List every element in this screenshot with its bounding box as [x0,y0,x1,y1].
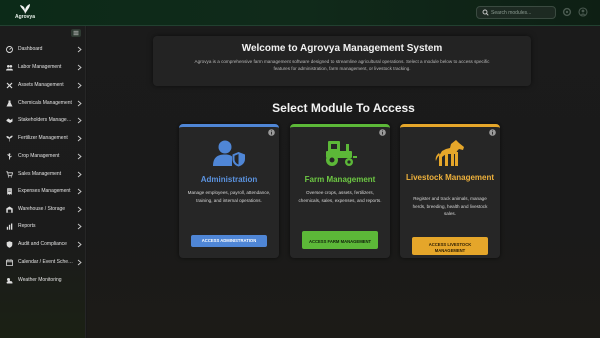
shield-icon [6,241,13,248]
chevron-right-icon [77,206,82,213]
top-bar: Agrovya [0,0,600,26]
module-title: Farm Management [304,175,376,184]
sidebar-item-calendar[interactable]: Calendar / Event Scheduler [0,257,86,269]
sidebar-item-label: Audit and Compliance [18,241,67,247]
module-description: Oversee crops, assets, fertilizers, chem… [298,190,382,203]
users-icon [6,65,13,71]
sidebar-item-sales[interactable]: Sales Management [0,169,86,181]
sidebar-item-expenses[interactable]: Expenses Management [0,186,86,198]
handshake-icon [6,118,13,123]
logo-text: Agrovya [14,14,35,20]
access-administration-button[interactable]: ACCESS ADMINISTRATION [191,235,267,247]
sidebar-item-label: Expenses Management [18,188,71,194]
crop-icon [7,153,12,160]
search-box[interactable] [476,6,556,19]
app-logo[interactable]: Agrovya [12,3,38,23]
section-title: Select Module To Access [272,101,415,115]
menu-toggle-icon[interactable] [71,29,81,37]
flask-icon [6,100,13,107]
calendar-icon [6,259,13,266]
chevron-right-icon [77,64,82,71]
module-title: Livestock Management [405,173,495,182]
sidebar-item-label: Warehouse / Storage [18,206,66,212]
chevron-right-icon [77,223,82,230]
horse-icon [435,140,464,166]
module-card-livestock: Livestock Management Register and track … [400,124,500,258]
access-livestock-management-button[interactable]: ACCESS LIVESTOCK MANAGEMENT [412,237,488,255]
chevron-right-icon [77,135,82,142]
welcome-title: Welcome to Agrovya Management System [241,43,443,54]
seedling-icon [6,135,13,142]
sidebar: Dashboard Labor Management Assets Manage… [0,26,86,338]
module-description: Register and track animals, manage herds… [412,196,488,217]
sidebar-item-label: Stakeholders Management [18,117,74,123]
module-card-farm: Farm Management Oversee crops, assets, f… [290,124,390,258]
warehouse-icon [6,206,13,213]
welcome-description: Agrovya is a comprehensive farm manageme… [194,59,490,71]
chevron-right-icon [77,188,82,195]
module-description: Manage employees, payroll, attendance, t… [187,190,271,203]
sidebar-item-label: Fertilizer Management [18,135,68,141]
info-icon[interactable] [268,129,275,136]
weather-icon [6,278,13,284]
info-icon[interactable] [489,129,496,136]
chevron-right-icon [77,259,82,266]
chevron-right-icon [77,241,82,248]
sidebar-item-chemicals[interactable]: Chemicals Management [0,98,86,110]
sidebar-item-crop[interactable]: Crop Management [0,151,86,163]
sidebar-item-label: Weather Monitoring [18,277,62,283]
chevron-right-icon [77,82,82,89]
sidebar-item-label: Labor Management [18,64,62,70]
sidebar-item-label: Crop Management [18,153,60,159]
sidebar-item-label: Dashboard [18,46,43,52]
chevron-right-icon [77,153,82,160]
chevron-right-icon [77,117,82,124]
info-icon[interactable] [379,129,386,136]
sidebar-item-label: Chemicals Management [18,100,72,106]
sidebar-item-assets[interactable]: Assets Management [0,80,86,92]
sidebar-item-labor[interactable]: Labor Management [0,62,86,74]
user-shield-icon [213,140,245,167]
sidebar-item-weather[interactable]: Weather Monitoring [0,275,86,287]
welcome-panel: Welcome to Agrovya Management System Agr… [153,36,531,86]
chevron-right-icon [77,100,82,107]
chevron-right-icon [77,46,82,53]
tools-icon [6,82,13,89]
dashboard-icon [6,46,13,53]
main-content: Welcome to Agrovya Management System Agr… [87,26,600,338]
module-card-administration: Administration Manage employees, payroll… [179,124,279,258]
search-input[interactable] [491,8,553,18]
sidebar-item-audit[interactable]: Audit and Compliance [0,239,86,251]
receipt-icon [7,188,12,195]
sidebar-item-label: Calendar / Event Scheduler [18,259,74,265]
module-title: Administration [200,175,258,184]
sidebar-item-warehouse[interactable]: Warehouse / Storage [0,204,86,216]
search-icon [482,9,489,16]
cart-icon [6,171,13,178]
sidebar-item-fertilizer[interactable]: Fertilizer Management [0,133,86,145]
report-icon [6,223,13,230]
sidebar-item-dashboard[interactable]: Dashboard [0,44,86,56]
sidebar-item-label: Sales Management [18,171,62,177]
sidebar-item-reports[interactable]: Reports [0,221,86,233]
sidebar-item-label: Reports [18,223,36,229]
sidebar-item-stakeholders[interactable]: Stakeholders Management [0,115,86,127]
settings-icon[interactable] [562,7,572,17]
sidebar-item-label: Assets Management [18,82,64,88]
tractor-icon [326,141,357,166]
access-farm-management-button[interactable]: ACCESS FARM MANAGEMENT [302,231,378,249]
user-icon[interactable] [578,7,588,17]
chevron-right-icon [77,171,82,178]
